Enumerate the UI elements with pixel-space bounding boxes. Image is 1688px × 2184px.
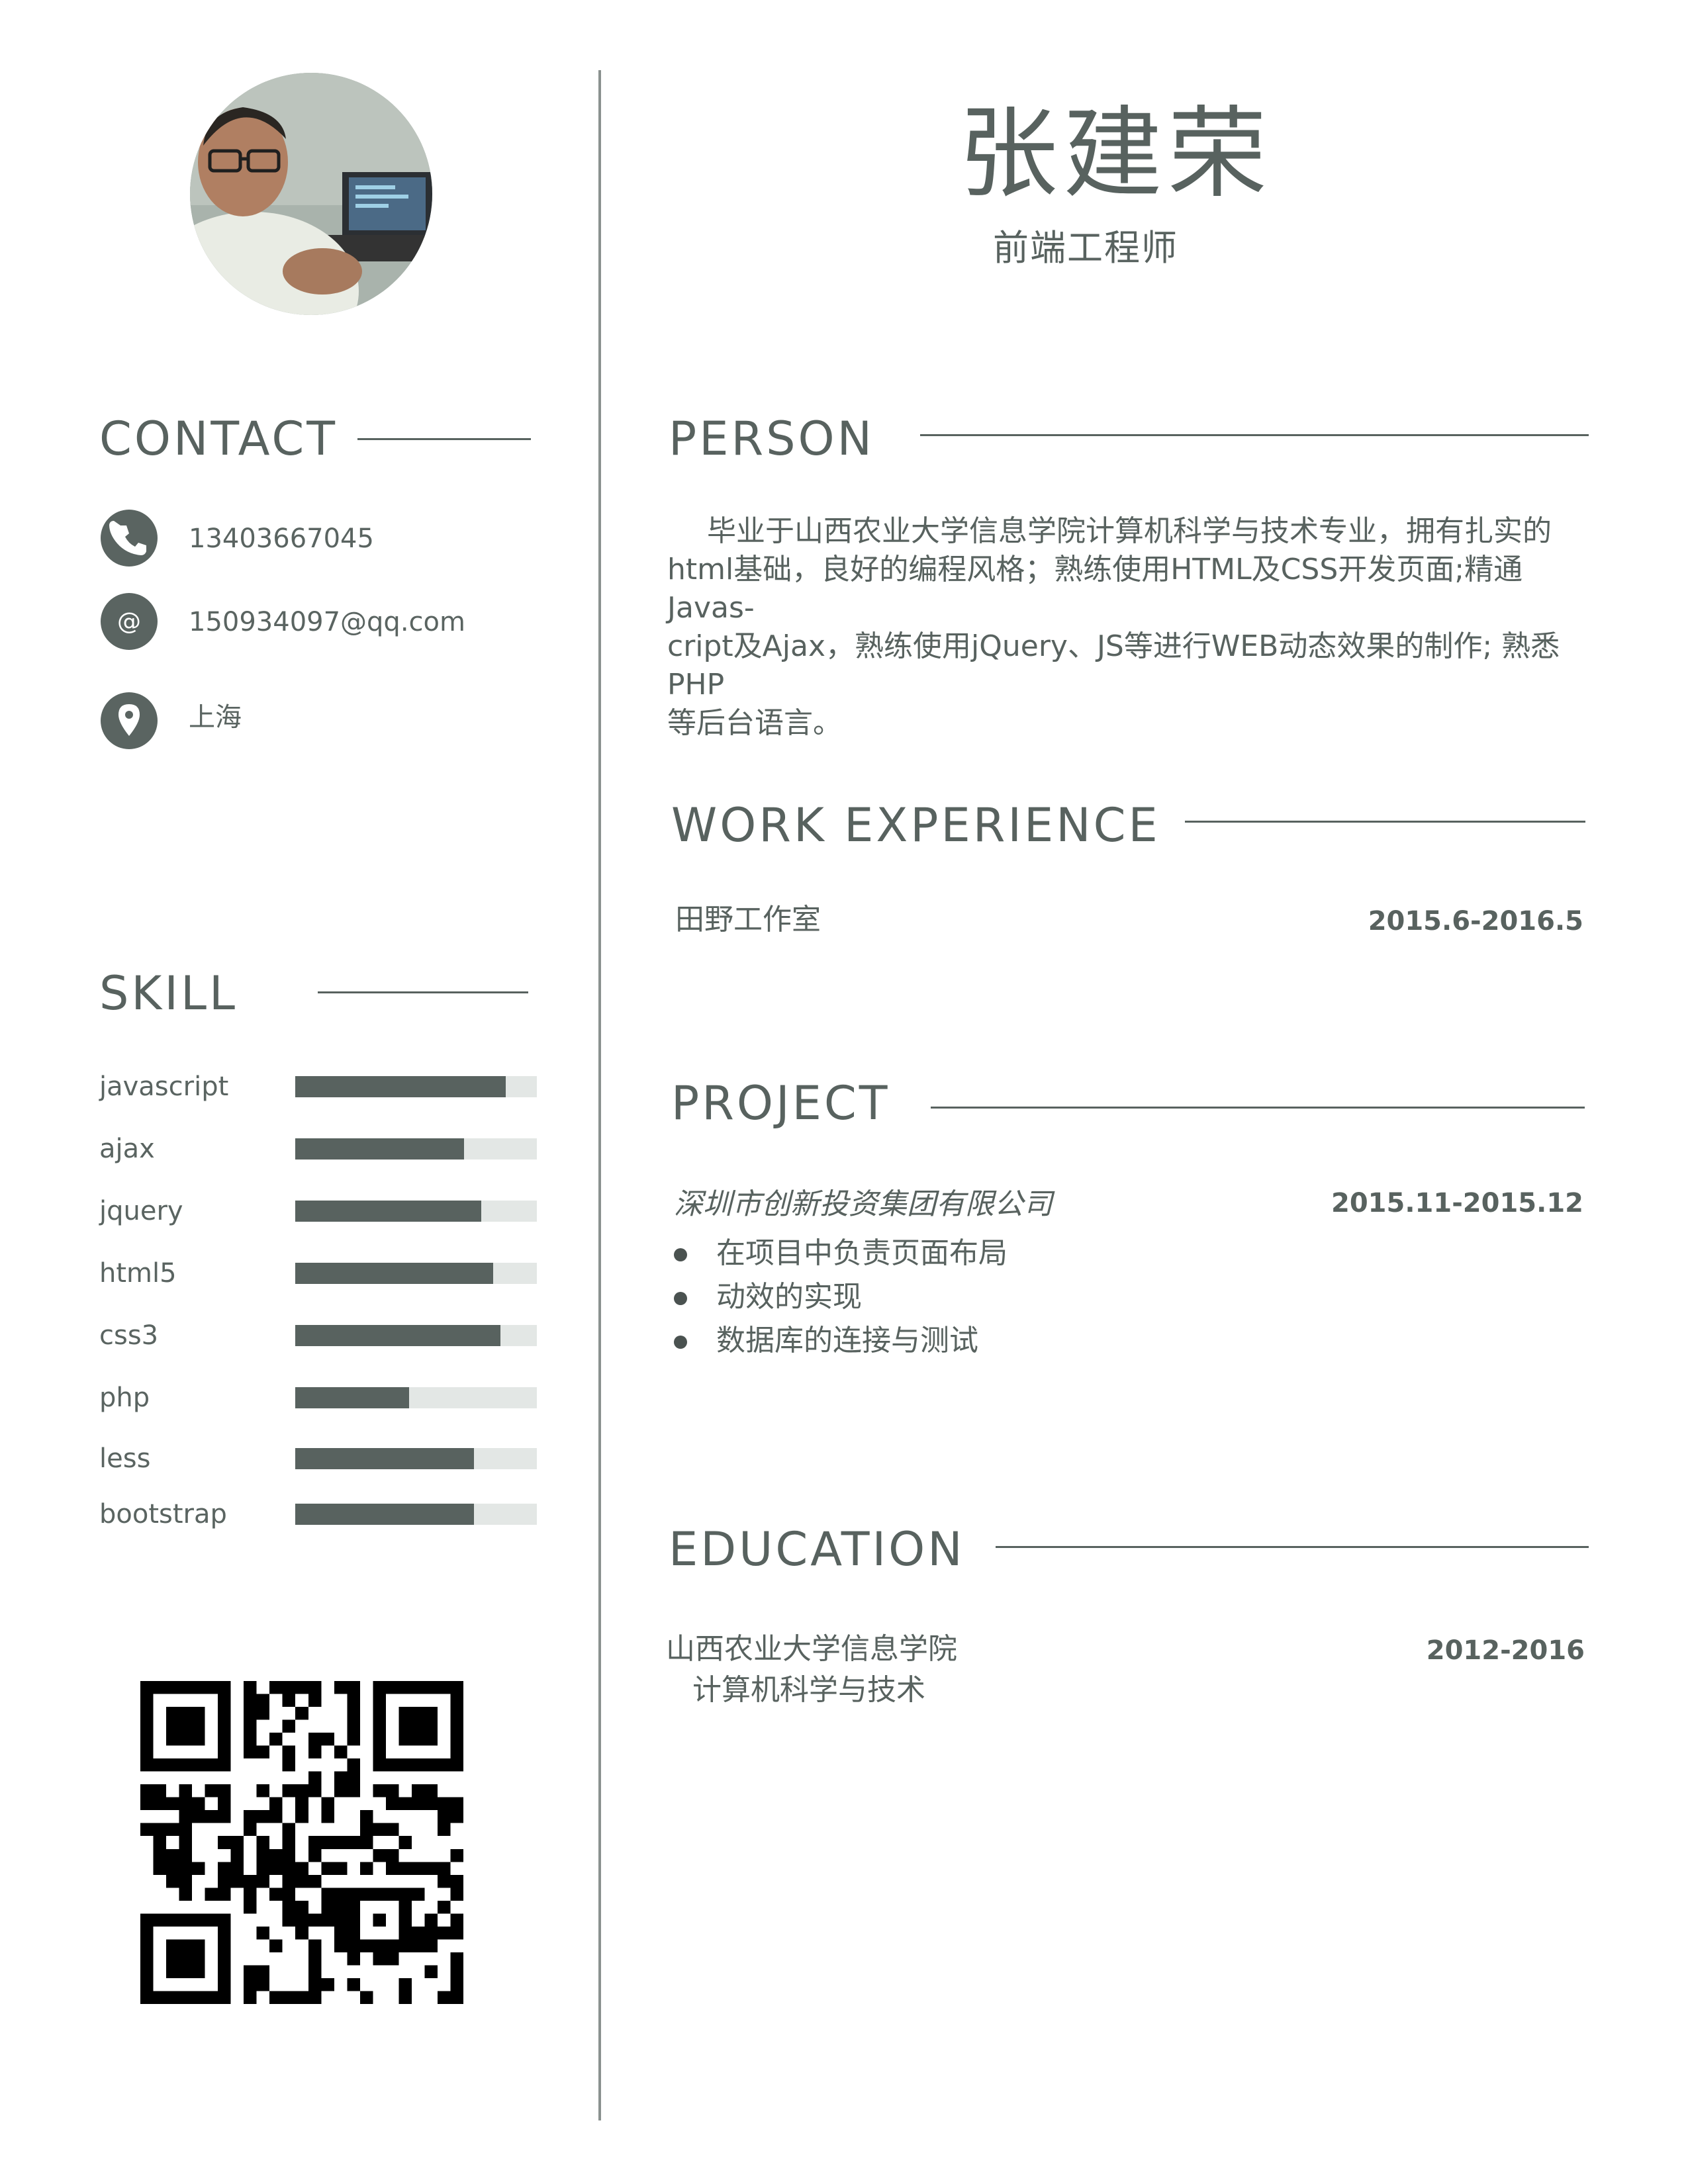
skill-bar-fill: [295, 1325, 500, 1346]
skill-label: less: [99, 1443, 151, 1474]
job-title: 前端工程师: [993, 227, 1178, 269]
skill-bar-track: [295, 1138, 537, 1160]
education-heading: EDUCATION: [669, 1522, 965, 1576]
location-pin-icon: [101, 692, 158, 749]
project-bullet: 动效的实现: [716, 1280, 862, 1314]
person-heading: PERSON: [669, 412, 874, 466]
qr-code: [140, 1681, 463, 2004]
work-heading: WORK EXPERIENCE: [671, 798, 1160, 852]
work-company: 田野工作室: [675, 903, 821, 936]
person-name: 张建荣: [959, 97, 1273, 212]
summary-line: 等后台语言。: [667, 706, 842, 740]
contact-rule: [357, 438, 531, 440]
skill-bar-track: [295, 1448, 537, 1469]
project-rule: [931, 1107, 1585, 1109]
phone-number[interactable]: 13403667045: [189, 525, 374, 552]
phone-icon: [101, 510, 158, 567]
at-icon: @: [101, 593, 158, 650]
skill-bar-track: [295, 1325, 537, 1346]
work-rule: [1185, 821, 1585, 823]
project-bullet: 在项目中负责页面布局: [716, 1236, 1008, 1270]
bullet-dot: [674, 1292, 687, 1305]
education-date: 2012-2016: [1426, 1635, 1585, 1666]
skill-label: jquery: [99, 1196, 183, 1226]
location-text: 上海: [189, 702, 242, 733]
project-company: 深圳市创新投资集团有限公司: [674, 1187, 1053, 1221]
skill-rule: [318, 991, 528, 993]
skill-bar-fill: [295, 1387, 409, 1408]
skill-bar-fill: [295, 1263, 493, 1284]
skill-bar-track: [295, 1387, 537, 1408]
project-date: 2015.11-2015.12: [1331, 1188, 1583, 1218]
skill-bar-fill: [295, 1201, 481, 1222]
education-school: 山西农业大学信息学院: [666, 1632, 957, 1666]
bullet-dot: [674, 1248, 687, 1261]
summary-line: html基础，良好的编程风格；熟练使用HTML及CSS开发页面;精通Javas-: [667, 553, 1523, 625]
skill-label: html5: [99, 1258, 177, 1289]
skill-label: ajax: [99, 1134, 155, 1164]
skill-label: bootstrap: [99, 1499, 227, 1529]
column-divider: [598, 70, 601, 2120]
skill-bar-track: [295, 1263, 537, 1284]
svg-text:@: @: [117, 608, 141, 635]
skill-bar-track: [295, 1201, 537, 1222]
person-rule: [920, 434, 1589, 436]
skill-bar-fill: [295, 1504, 474, 1525]
skill-heading: SKILL: [99, 966, 238, 1021]
summary-line: cript及Ajax，熟练使用jQuery、JS等进行WEB动态效果的制作; 熟…: [667, 629, 1560, 702]
skill-label: css3: [99, 1320, 159, 1351]
contact-heading: CONTACT: [99, 412, 338, 466]
project-heading: PROJECT: [671, 1076, 890, 1130]
avatar: [190, 73, 432, 315]
skill-bar-fill: [295, 1076, 506, 1097]
education-major: 计算机科学与技术: [692, 1673, 925, 1707]
skill-label: javascript: [99, 1071, 229, 1102]
summary-line: 毕业于山西农业大学信息学院计算机科学与技术专业，拥有扎实的: [707, 514, 1552, 548]
project-bullet: 数据库的连接与测试: [716, 1324, 978, 1357]
email-address[interactable]: 150934097@qq.com: [189, 609, 465, 635]
skill-bar-fill: [295, 1448, 474, 1469]
bullet-dot: [674, 1336, 687, 1349]
person-summary: 毕业于山西农业大学信息学院计算机科学与技术专业，拥有扎实的 html基础，良好的…: [667, 512, 1594, 743]
skill-bar-track: [295, 1504, 537, 1525]
skill-bar-fill: [295, 1138, 464, 1160]
education-rule: [996, 1546, 1589, 1548]
skill-bar-track: [295, 1076, 537, 1097]
skill-label: php: [99, 1383, 150, 1413]
work-date: 2015.6-2016.5: [1368, 906, 1583, 936]
